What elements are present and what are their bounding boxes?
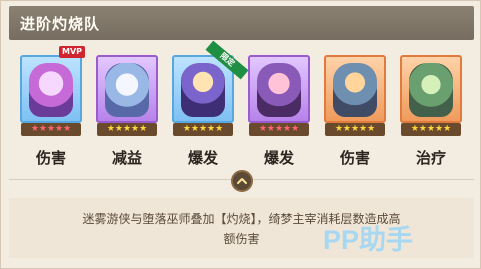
header-bar: 进阶灼烧队	[9, 6, 474, 40]
hero-portrait	[257, 63, 301, 117]
hero-card-6[interactable]: ★★★★★ 治疗	[400, 46, 462, 172]
hero-portrait	[409, 63, 453, 117]
watermark-logo: PP助手	[323, 225, 414, 255]
hero-card-3[interactable]: 限定 ★★★★★ 爆发	[172, 40, 249, 172]
hero-role: 伤害	[339, 149, 370, 167]
hero-portrait	[105, 63, 149, 117]
mvp-badge: MVP	[59, 46, 85, 58]
star-rating: ★★★★★	[249, 123, 309, 136]
hero-card-4[interactable]: ★★★★★ 爆发	[248, 46, 310, 172]
hero-portrait	[181, 63, 225, 117]
panel-title: 进阶灼烧队	[20, 15, 101, 33]
hero-role: 治疗	[415, 149, 446, 167]
hero-card-2[interactable]: ★★★★★ 减益	[96, 46, 158, 172]
hero-card-5[interactable]: ★★★★★ 伤害	[324, 46, 386, 172]
hero-role: 伤害	[35, 149, 66, 167]
hero-role: 爆发	[187, 149, 218, 167]
star-rating: ★★★★★	[401, 123, 461, 136]
team-panel: 进阶灼烧队 MVP ★★★★★ 伤害 ★★★★★ 减益 限定 ★★★★★ 爆发	[0, 0, 481, 269]
hero-frame[interactable]	[96, 55, 158, 123]
hero-strip: MVP ★★★★★ 伤害 ★★★★★ 减益 限定 ★★★★★ 爆发 ★★★★★ …	[9, 40, 474, 174]
hero-portrait	[29, 63, 73, 117]
star-rating: ★★★★★	[325, 123, 385, 136]
hero-frame[interactable]	[324, 55, 386, 123]
star-rating: ★★★★★	[21, 123, 81, 136]
hero-role: 爆发	[263, 149, 294, 167]
hero-portrait	[333, 63, 377, 117]
hero-role: 减益	[111, 149, 142, 167]
chevron-up-icon	[237, 178, 247, 184]
collapse-toggle-button[interactable]	[231, 170, 253, 192]
hero-frame[interactable]	[20, 55, 82, 123]
hero-frame[interactable]	[400, 55, 462, 123]
hero-frame[interactable]	[248, 55, 310, 123]
star-rating: ★★★★★	[173, 123, 233, 136]
star-rating: ★★★★★	[97, 123, 157, 136]
hero-card-1[interactable]: MVP ★★★★★ 伤害	[20, 46, 85, 172]
